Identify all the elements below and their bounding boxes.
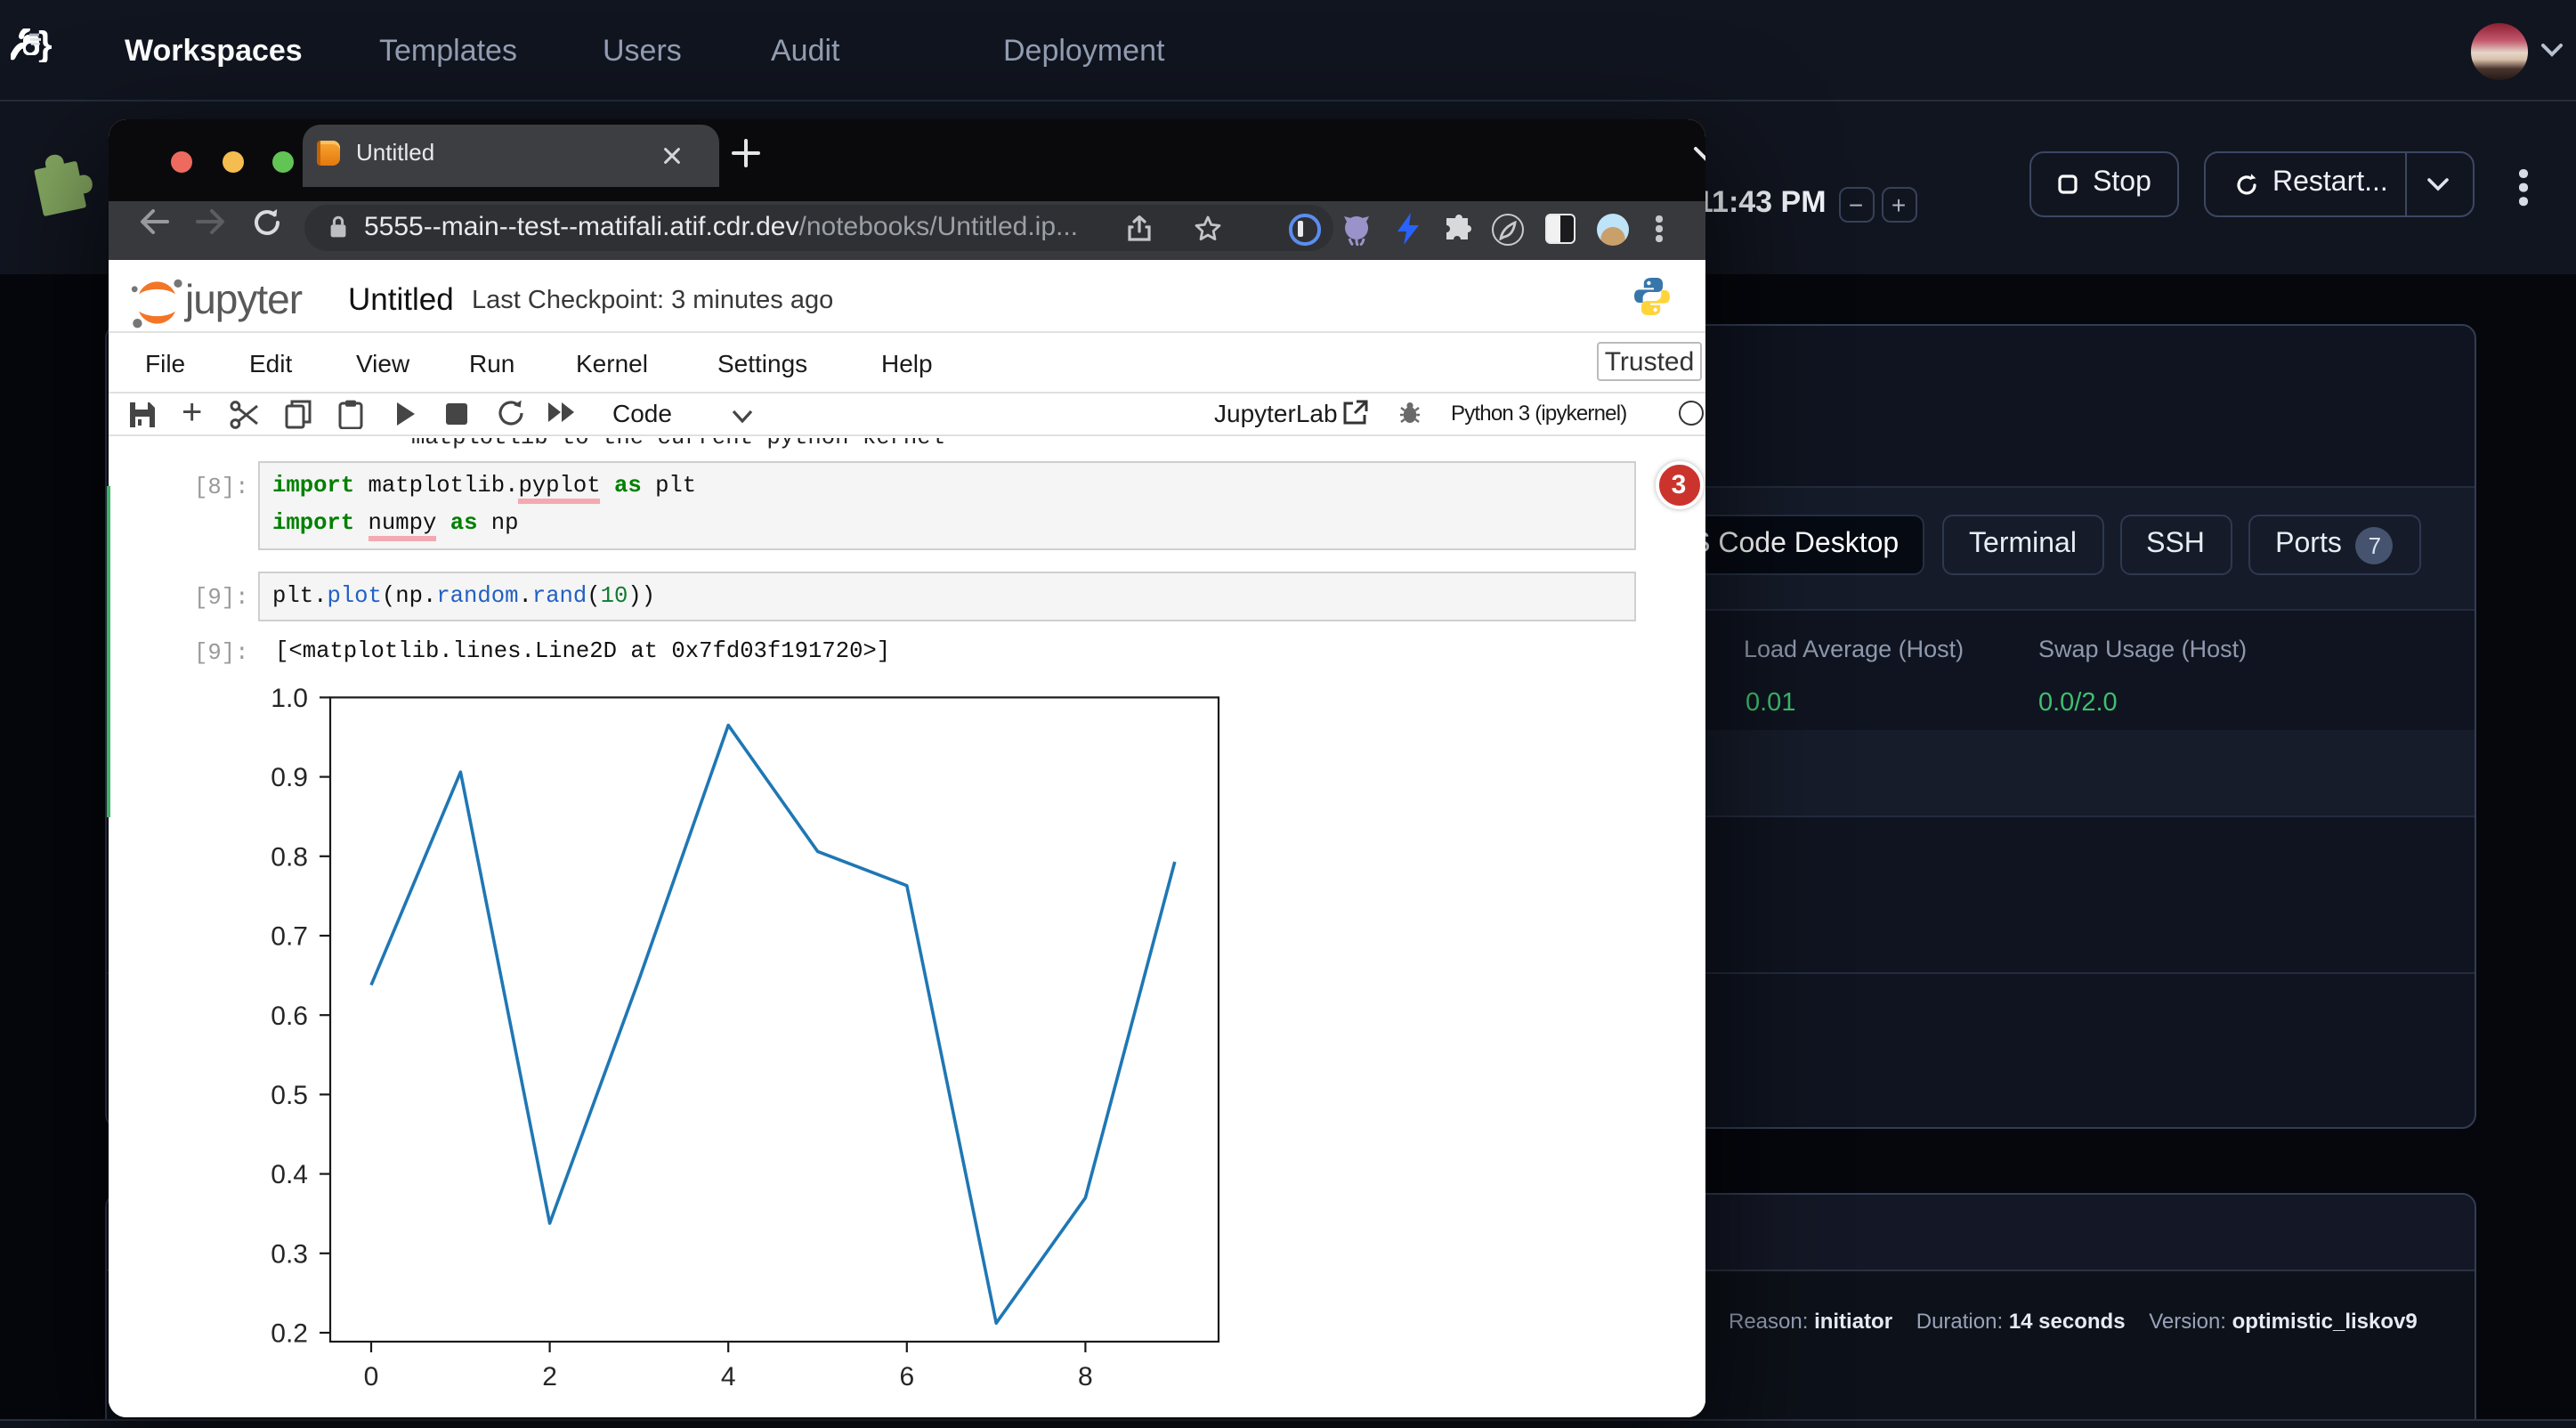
svg-text:0.4: 0.4 <box>271 1159 308 1189</box>
svg-text:8: 8 <box>1078 1361 1093 1391</box>
svg-text:0.9: 0.9 <box>271 762 308 791</box>
svg-text:0.7: 0.7 <box>271 921 308 951</box>
svg-text:0.6: 0.6 <box>271 1001 308 1030</box>
svg-text:0.3: 0.3 <box>271 1238 308 1268</box>
svg-text:0.8: 0.8 <box>271 841 308 871</box>
svg-text:1.0: 1.0 <box>271 686 308 712</box>
svg-text:}: } <box>38 28 53 62</box>
svg-text:2: 2 <box>542 1361 557 1391</box>
svg-text:0.5: 0.5 <box>271 1080 308 1109</box>
svg-text:0: 0 <box>364 1361 379 1391</box>
svg-text:4: 4 <box>721 1361 736 1391</box>
svg-text:6: 6 <box>899 1361 914 1391</box>
svg-text:0.2: 0.2 <box>271 1318 308 1348</box>
